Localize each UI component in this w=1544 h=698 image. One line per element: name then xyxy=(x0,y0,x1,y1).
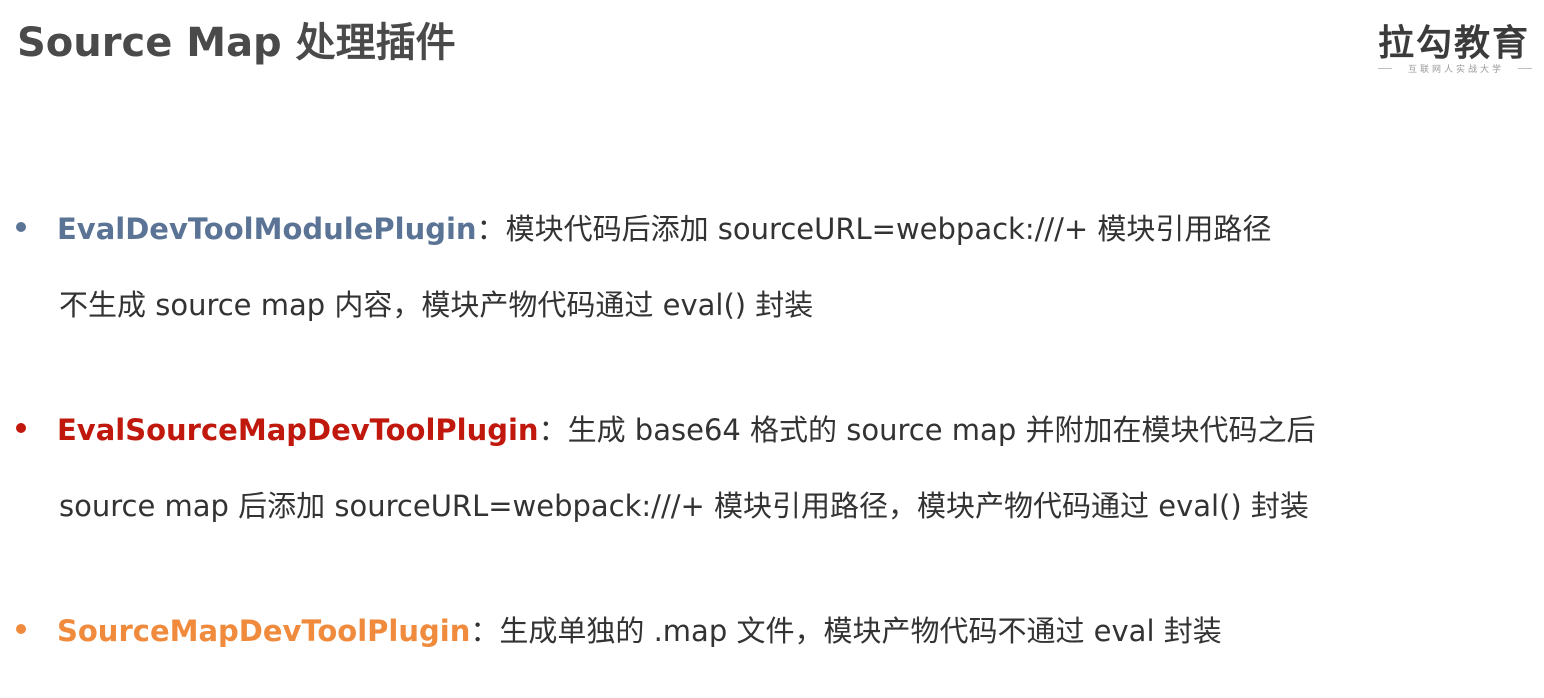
plugin-name: EvalSourceMapDevToolPlugin xyxy=(57,413,539,447)
bullet-icon xyxy=(16,222,26,232)
bullet-icon xyxy=(16,624,26,634)
page-title: Source Map 处理插件 xyxy=(17,20,456,66)
plugin-name: SourceMapDevToolPlugin xyxy=(57,614,471,648)
logo-tagline-row: 互联网人实战大学 xyxy=(1376,62,1536,75)
separator: ： xyxy=(538,413,568,447)
plugin-description: 模块代码后添加 sourceURL=webpack:///+ 模块引用路径 xyxy=(505,212,1272,246)
item-heading-line: SourceMapDevToolPlugin：生成单独的 .map 文件，模块产… xyxy=(57,608,1222,650)
logo-divider-right xyxy=(1518,68,1532,69)
plugin-detail: source map 后添加 sourceURL=webpack:///+ 模块… xyxy=(59,489,1309,523)
plugin-description: 生成单独的 .map 文件，模块产物代码不通过 eval 封装 xyxy=(499,614,1222,648)
item-heading-line: EvalDevToolModulePlugin：模块代码后添加 sourceUR… xyxy=(57,206,1271,248)
separator: ： xyxy=(470,614,500,648)
logo-divider-left xyxy=(1378,68,1392,69)
plugin-name: EvalDevToolModulePlugin xyxy=(57,212,477,246)
plugin-detail: 不生成 source map 内容，模块产物代码通过 eval() 封装 xyxy=(59,288,814,322)
brand-logo: 拉勾教育 互联网人实战大学 xyxy=(1376,14,1536,76)
item-heading-line: EvalSourceMapDevToolPlugin：生成 base64 格式的… xyxy=(57,407,1315,449)
bullet-icon xyxy=(16,423,26,433)
slide: Source Map 处理插件 拉勾教育 互联网人实战大学 EvalDevToo… xyxy=(0,0,1544,698)
logo-tagline: 互联网人实战大学 xyxy=(1407,65,1504,75)
logo-text: 拉勾教育 xyxy=(1378,23,1531,64)
separator: ： xyxy=(476,212,506,246)
plugin-description: 生成 base64 格式的 source map 并附加在模块代码之后 xyxy=(567,413,1316,447)
